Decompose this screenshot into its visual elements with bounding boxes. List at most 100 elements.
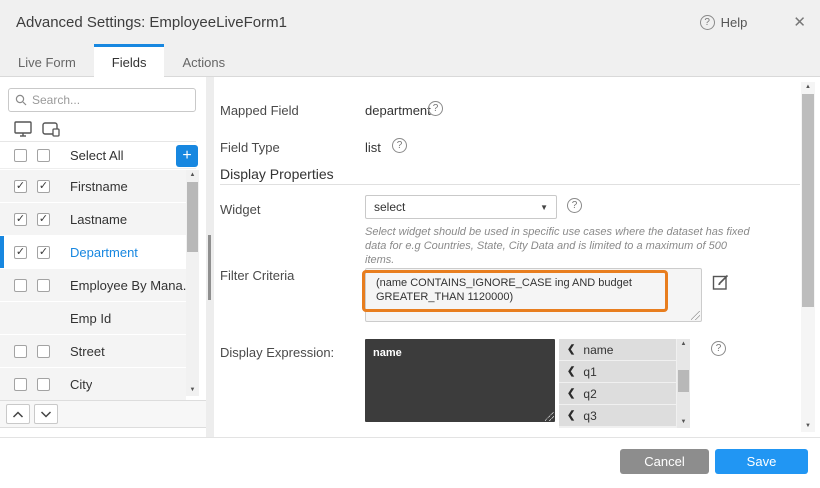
expression-field-list: ▲ ▼ ❮name❮q1❮q2❮q3	[559, 339, 690, 428]
sidebar-field-row[interactable]: Emp Id	[0, 302, 186, 334]
mapped-field-value: department	[365, 103, 431, 118]
expression-field-label: q3	[583, 409, 596, 423]
mobile-checkbox[interactable]: ✓	[37, 246, 50, 259]
display-expression-value: name	[373, 347, 402, 359]
scrollbar-thumb[interactable]	[678, 370, 689, 392]
device-toggle-row	[0, 116, 196, 142]
sidebar-field-row[interactable]: Street	[0, 335, 186, 367]
search-icon	[15, 94, 27, 106]
mobile-checkbox[interactable]: ✓	[37, 180, 50, 193]
filter-criteria-label: Filter Criteria	[220, 268, 294, 283]
advanced-settings-dialog: Advanced Settings: EmployeeLiveForm1 ? H…	[0, 0, 820, 488]
display-properties-heading: Display Properties	[220, 166, 334, 182]
resize-grip-icon[interactable]	[691, 311, 700, 320]
title-bar: Advanced Settings: EmployeeLiveForm1 ? H…	[0, 0, 820, 44]
field-type-help-icon[interactable]: ?	[392, 138, 407, 153]
close-icon[interactable]: ✕	[793, 13, 806, 31]
mobile-devices-icon[interactable]	[42, 121, 61, 137]
sidebar-field-row[interactable]: City	[0, 368, 186, 400]
scroll-down-icon[interactable]: ▼	[186, 385, 199, 396]
mobile-checkbox[interactable]	[37, 345, 50, 358]
help-link[interactable]: Help	[721, 15, 748, 30]
sidebar-scrollbar[interactable]: ▲ ▼	[186, 170, 199, 396]
add-field-button[interactable]: +	[176, 145, 198, 167]
web-checkbox[interactable]: ✓	[14, 246, 27, 259]
divider-scroll-thumb[interactable]	[208, 235, 211, 300]
search-box[interactable]	[8, 88, 196, 112]
filter-criteria-textarea[interactable]: (name CONTAINS_IGNORE_CASE ing AND budge…	[365, 268, 702, 322]
expression-list-scrollbar[interactable]: ▲ ▼	[677, 339, 690, 428]
cancel-button[interactable]: Cancel	[620, 449, 709, 474]
field-row-label: Firstname	[70, 179, 128, 194]
web-checkbox[interactable]	[14, 279, 27, 292]
display-expression-label: Display Expression:	[220, 345, 334, 360]
search-input[interactable]	[32, 93, 189, 107]
scrollbar-thumb[interactable]	[802, 94, 814, 307]
save-button[interactable]: Save	[715, 449, 808, 474]
web-checkbox[interactable]: ✓	[14, 213, 27, 226]
chevron-left-icon: ❮	[567, 366, 575, 377]
expression-field-item[interactable]: ❮ name	[559, 339, 676, 360]
mapped-field-label: Mapped Field	[220, 103, 299, 118]
scrollbar-thumb[interactable]	[187, 182, 198, 252]
dialog-footer: Cancel Save	[0, 437, 820, 488]
mapped-field-help-icon[interactable]: ?	[428, 101, 443, 116]
field-row-label: Lastname	[70, 212, 127, 227]
scroll-up-icon[interactable]: ▲	[186, 170, 199, 181]
scroll-up-icon[interactable]: ▲	[801, 82, 815, 93]
widget-help-icon[interactable]: ?	[567, 198, 582, 213]
display-expression-editor[interactable]: name	[365, 339, 555, 422]
widget-label: Widget	[220, 202, 260, 217]
reorder-row	[0, 400, 206, 428]
mobile-checkbox[interactable]	[37, 279, 50, 292]
sidebar-field-row[interactable]: ✓ ✓ Department	[0, 236, 186, 268]
mobile-checkbox[interactable]	[37, 378, 50, 391]
tab-fields[interactable]: Fields	[94, 44, 165, 78]
sidebar-field-row[interactable]: ✓ ✓ Firstname	[0, 170, 186, 202]
scroll-up-icon[interactable]: ▲	[677, 339, 690, 350]
titlebar-actions: ? Help ✕	[700, 13, 806, 31]
scroll-down-icon[interactable]: ▼	[677, 417, 690, 428]
display-expression-help-icon[interactable]: ?	[711, 341, 726, 356]
widget-help-text: Select widget should be used in specific…	[365, 225, 757, 267]
select-all-mobile-checkbox[interactable]	[37, 149, 50, 162]
expression-field-item[interactable]: ❮q2	[559, 383, 676, 404]
dropdown-caret-icon: ▼	[540, 203, 548, 212]
move-up-button[interactable]	[6, 404, 30, 424]
tab-live-form[interactable]: Live Form	[0, 44, 94, 77]
web-checkbox[interactable]	[14, 378, 27, 391]
checkbox-spacer	[14, 312, 27, 325]
widget-select[interactable]: select ▼	[365, 195, 557, 219]
dialog-body: Select All + ✓ ✓ Firstname ✓ ✓ Lastname ✓ ✓ Depa…	[0, 77, 820, 437]
edit-filter-icon[interactable]	[712, 273, 730, 291]
field-row-label: Emp Id	[70, 311, 111, 326]
expression-field-label: name	[583, 343, 613, 357]
widget-select-value: select	[374, 200, 405, 214]
scroll-down-icon[interactable]: ▼	[801, 421, 815, 432]
sidebar-field-list: ✓ ✓ Firstname ✓ ✓ Lastname ✓ ✓ Department Employe…	[0, 170, 186, 401]
desktop-icon[interactable]	[14, 121, 32, 137]
field-row-label: Street	[70, 344, 105, 359]
checkbox-spacer	[37, 312, 50, 325]
tab-actions[interactable]: Actions	[164, 44, 243, 77]
section-divider	[220, 184, 800, 185]
main-panel-scrollbar[interactable]: ▲ ▼	[801, 82, 815, 432]
expression-field-item[interactable]: ❮q1	[559, 361, 676, 382]
field-type-value: list	[365, 140, 381, 155]
web-checkbox[interactable]: ✓	[14, 180, 27, 193]
mobile-checkbox[interactable]: ✓	[37, 213, 50, 226]
select-all-row[interactable]: Select All +	[0, 143, 196, 169]
expression-field-label: q2	[583, 387, 596, 401]
sidebar-field-row[interactable]: Employee By Mana...	[0, 269, 186, 301]
expression-field-item[interactable]: ❮q3	[559, 405, 676, 426]
chevron-left-icon: ❮	[567, 344, 575, 355]
resize-grip-icon[interactable]	[545, 412, 554, 421]
select-all-label: Select All	[70, 148, 123, 163]
help-circle-icon[interactable]: ?	[700, 15, 715, 30]
move-down-button[interactable]	[34, 404, 58, 424]
sidebar-field-row[interactable]: ✓ ✓ Lastname	[0, 203, 186, 235]
web-checkbox[interactable]	[14, 345, 27, 358]
select-all-web-checkbox[interactable]	[14, 149, 27, 162]
filter-criteria-value: (name CONTAINS_IGNORE_CASE ing AND budge…	[376, 277, 632, 303]
field-row-label: Department	[70, 245, 138, 260]
